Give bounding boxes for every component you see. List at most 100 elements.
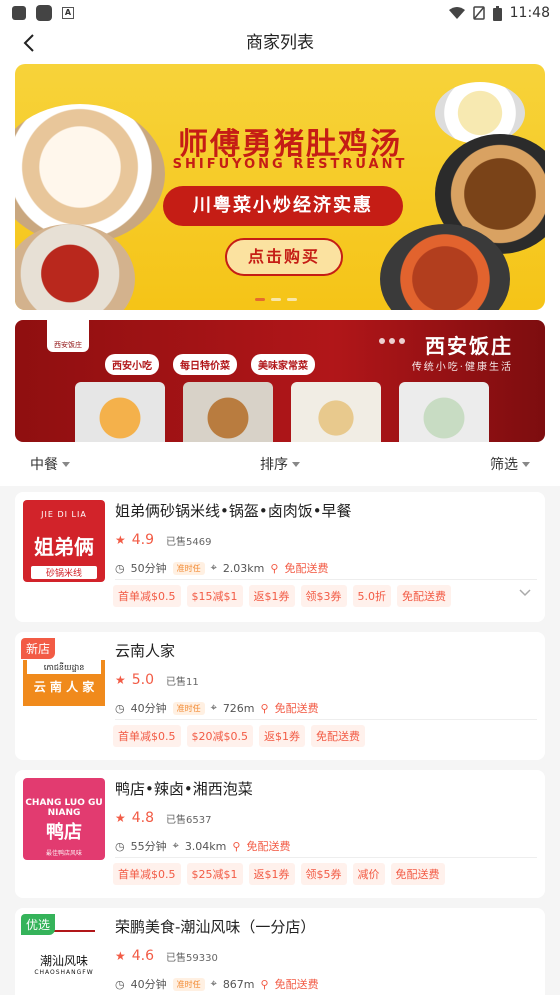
clock-icon: ◷ xyxy=(115,701,125,715)
shop-name: 荣鹏美食-潮汕风味（一分店） xyxy=(115,918,316,936)
shop-card[interactable]: 新店 ភោជនីយដ្ឋាន 云 南 人 家 云南人家 ★ 5.0 已售11 ◷… xyxy=(15,632,545,760)
wifi-icon xyxy=(448,6,465,19)
promo-tag: 减价 xyxy=(352,863,385,885)
caret-down-icon xyxy=(292,461,300,467)
promo-banner[interactable]: 师傅勇猪肚鸡汤 SHIFUYONG RESTRUANT 川粤菜小炒经济实惠 点击… xyxy=(15,64,545,310)
shop-card[interactable]: 优选 潮汕风味 CHAOSHANGFW 荣鹏美食-潮汕风味（一分店） ★ 4.6… xyxy=(15,908,545,995)
shop-name: 姐弟俩砂锅米线•锅盔•卤肉饭•早餐 xyxy=(115,502,352,520)
caret-down-icon xyxy=(62,461,70,467)
divider xyxy=(115,857,537,858)
on-time-tag: 准时任 xyxy=(172,977,205,991)
delivery-time: 55分钟 xyxy=(130,840,167,853)
scooter-icon: ⚲ xyxy=(260,701,269,715)
shop-name: 鸭店•辣卤•湘西泡菜 xyxy=(115,780,253,798)
food-photo xyxy=(75,382,165,442)
page-title: 商家列表 xyxy=(246,33,314,53)
sort-label: 排序 xyxy=(260,457,288,473)
star-icon: ★ xyxy=(115,811,126,825)
divider xyxy=(115,579,537,580)
featured-badge: 优选 xyxy=(21,914,56,935)
app-notification-icon xyxy=(36,5,52,21)
promo-tag: 返$1券 xyxy=(248,863,295,885)
sold-count: 已售59330 xyxy=(166,952,218,964)
battery-icon xyxy=(492,5,502,21)
food-photo xyxy=(291,382,381,442)
delivery-time: 50分钟 xyxy=(130,562,167,575)
chevron-down-icon[interactable] xyxy=(519,589,531,597)
promo-tag: 返$1券 xyxy=(248,585,295,607)
carousel-indicator xyxy=(255,298,297,301)
banner-subtitle: SHIFUYONG RESTRUANT xyxy=(172,157,408,172)
dish-image xyxy=(15,104,165,244)
promo-tag: 免配送费 xyxy=(397,585,451,607)
filter-dropdown[interactable]: 筛选 xyxy=(490,454,530,474)
shop-name: 云南人家 xyxy=(115,642,176,660)
carousel-dot xyxy=(255,298,265,301)
promo-tag: $20减$0.5 xyxy=(186,725,253,747)
free-delivery-label: 免配送费 xyxy=(274,978,319,991)
sold-count: 已售11 xyxy=(166,676,199,688)
promo-tag: 5.0折 xyxy=(352,585,391,607)
carousel-dot xyxy=(287,298,297,301)
category-dropdown[interactable]: 中餐 xyxy=(30,454,70,474)
free-delivery-label: 免配送费 xyxy=(246,840,291,853)
clock: 11:48 xyxy=(509,5,550,21)
navigation-bar: 商家列表 xyxy=(0,26,560,60)
free-delivery-label: 免配送费 xyxy=(274,702,319,715)
scooter-icon: ⚲ xyxy=(260,977,269,991)
food-photo xyxy=(399,382,489,442)
restaurant-logo: 西安饭庄 xyxy=(47,320,89,352)
buy-now-button[interactable]: 点击购买 xyxy=(225,238,343,276)
distance: 2.03km xyxy=(222,561,265,575)
on-time-tag: 准时任 xyxy=(172,701,205,715)
restaurant-ad-banner[interactable]: 西安饭庄 西安小吃 每日特价菜 美味家常菜 西安饭庄 传统小吃·健康生活 xyxy=(15,320,545,442)
delivery-time: 40分钟 xyxy=(130,702,167,715)
no-sim-icon xyxy=(472,6,485,20)
back-button[interactable] xyxy=(14,28,44,58)
location-pin-icon: ⌖ xyxy=(210,561,217,574)
shop-logo: CHANG LUO GU NIANG 鸭店 最佳鸭店风味 xyxy=(23,778,105,860)
restaurant-banner-subtitle: 传统小吃·健康生活 xyxy=(411,362,513,373)
filter-bar: 中餐 排序 筛选 xyxy=(0,442,560,486)
free-delivery-label: 免配送费 xyxy=(284,562,329,575)
promo-tag: 免配送费 xyxy=(390,863,445,885)
notification-icon xyxy=(12,6,26,20)
shop-rating: 5.0 xyxy=(131,672,155,688)
new-shop-badge: 新店 xyxy=(21,638,56,659)
restaurant-banner-title: 西安饭庄 xyxy=(425,334,513,358)
promo-tag: 领$5券 xyxy=(300,863,347,885)
banner-tag: 美味家常菜 xyxy=(251,354,315,375)
sold-count: 已售5469 xyxy=(166,536,212,548)
shop-rating: 4.8 xyxy=(131,810,155,826)
banner-tag: 每日特价菜 xyxy=(173,354,237,375)
shop-card[interactable]: CHANG LUO GU NIANG 鸭店 最佳鸭店风味 鸭店•辣卤•湘西泡菜 … xyxy=(15,770,545,898)
decorative-dots xyxy=(379,338,405,344)
chevron-left-icon xyxy=(23,34,34,52)
category-label: 中餐 xyxy=(30,457,58,473)
banner-slogan: 川粤菜小炒经济实惠 xyxy=(163,186,403,226)
promo-tag: 首单减$0.5 xyxy=(113,863,181,885)
promo-tag: 领$3券 xyxy=(300,585,347,607)
promo-tag: 首单减$0.5 xyxy=(113,725,181,747)
promo-tag: 首单减$0.5 xyxy=(113,585,181,607)
clock-icon: ◷ xyxy=(115,839,125,853)
location-pin-icon: ⌖ xyxy=(172,839,179,852)
distance: 867m xyxy=(222,977,255,991)
scooter-icon: ⚲ xyxy=(232,839,241,853)
clock-icon: ◷ xyxy=(115,977,125,991)
shop-rating: 4.6 xyxy=(131,948,155,964)
star-icon: ★ xyxy=(115,673,126,687)
status-bar: A 11:48 xyxy=(0,0,560,26)
keyboard-icon: A xyxy=(62,7,74,19)
delivery-time: 40分钟 xyxy=(130,978,167,991)
sort-dropdown[interactable]: 排序 xyxy=(260,454,300,474)
shop-card[interactable]: JIE DI LIA 姐弟俩 砂锅米线 姐弟俩砂锅米线•锅盔•卤肉饭•早餐 ★ … xyxy=(15,492,545,622)
banner-tag: 西安小吃 xyxy=(105,354,159,375)
promo-tag: $15减$1 xyxy=(186,585,243,607)
shop-logo: JIE DI LIA 姐弟俩 砂锅米线 xyxy=(23,500,105,582)
location-pin-icon: ⌖ xyxy=(210,701,217,714)
sold-count: 已售6537 xyxy=(166,814,212,826)
scooter-icon: ⚲ xyxy=(270,561,279,575)
filter-label: 筛选 xyxy=(490,457,518,473)
caret-down-icon xyxy=(522,461,530,467)
